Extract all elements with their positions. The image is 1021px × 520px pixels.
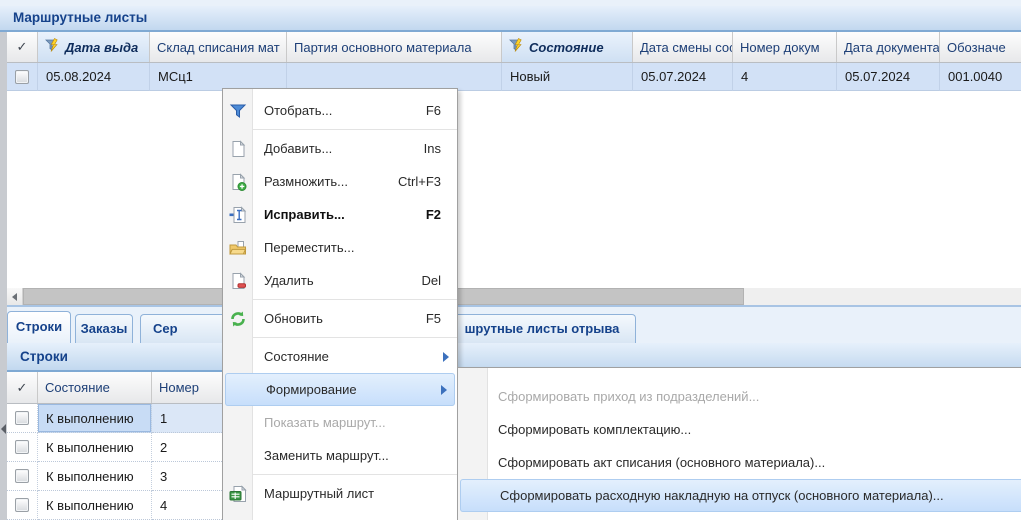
menu-item-edit[interactable]: Исправить... F2	[223, 198, 457, 231]
formation-submenu: Сформировать приход из подразделений... …	[457, 367, 1021, 520]
column-header-issue-date[interactable]: Дата выда	[38, 32, 150, 62]
scroll-left-button[interactable]	[7, 288, 23, 305]
checkmark-icon: ✓	[17, 39, 28, 55]
column-header-designation[interactable]: Обозначе	[940, 32, 1021, 62]
filter-lightning-icon	[45, 38, 61, 56]
edit-document-icon	[223, 206, 252, 224]
row-checkbox[interactable]	[15, 411, 29, 425]
tab-serii[interactable]: Сер	[140, 314, 235, 343]
top-panel-title: Маршрутные листы	[0, 6, 1021, 32]
cell-designation[interactable]: 001.0040	[940, 63, 1021, 91]
filter-lightning-icon	[509, 38, 525, 56]
row-checkbox-cell[interactable]	[7, 63, 38, 91]
submenu-item-writeoff-act[interactable]: Сформировать акт списания (основного мат…	[458, 446, 1021, 479]
tab-stroki[interactable]: Строки	[7, 311, 71, 343]
menu-item-delete[interactable]: Удалить Del	[223, 264, 457, 297]
cell-state-change-date[interactable]: 05.07.2024	[633, 63, 733, 91]
menu-item-route-sheet-report[interactable]: Маршрутный лист	[223, 477, 457, 510]
duplicate-document-icon	[223, 173, 252, 191]
row-checkbox[interactable]	[15, 70, 29, 84]
cell-batch[interactable]	[287, 63, 502, 91]
column-header-check[interactable]: ✓	[7, 372, 38, 403]
menu-item-replace-route[interactable]: Заменить маршрут...	[223, 439, 457, 472]
submenu-item-incoming-from-departments: Сформировать приход из подразделений...	[458, 380, 1021, 413]
route-sheets-grid[interactable]: ✓ Дата выда Склад списания мат Партия ос…	[7, 32, 1021, 288]
column-header-batch[interactable]: Партия основного материала	[287, 32, 502, 62]
menu-separator	[223, 129, 457, 130]
left-frame-strip	[0, 32, 7, 520]
refresh-icon	[223, 310, 252, 328]
row-checkbox-cell[interactable]	[7, 491, 38, 520]
column-header-state[interactable]: Состояние	[502, 32, 633, 62]
menu-item-formation[interactable]: Формирование	[225, 373, 455, 406]
cell-doc-number[interactable]: 4	[733, 63, 837, 91]
filter-icon	[223, 102, 252, 120]
menu-separator	[223, 337, 457, 338]
pane-divider	[0, 305, 1021, 307]
row-checkbox-cell[interactable]	[7, 433, 38, 462]
app-window: Маршрутные листы ✓ Дата выда Склад списа…	[0, 0, 1021, 520]
cell-state[interactable]: К выполнению	[38, 433, 152, 462]
submenu-arrow-icon	[441, 385, 447, 395]
spreadsheet-document-icon	[223, 485, 252, 503]
scroll-left-arrow-icon	[12, 293, 17, 301]
row-checkbox[interactable]	[15, 498, 29, 512]
cell-warehouse[interactable]: МСц1	[150, 63, 287, 91]
column-header-state[interactable]: Состояние	[38, 372, 152, 403]
tab-route-sheets-otryva[interactable]: шрутные листы отрыва	[448, 314, 636, 343]
row-checkbox-cell[interactable]	[7, 462, 38, 491]
cell-state[interactable]: К выполнению	[38, 491, 152, 520]
column-header-doc-number[interactable]: Номер докум	[733, 32, 837, 62]
cell-state[interactable]: Новый	[502, 63, 633, 91]
new-document-icon	[223, 140, 252, 158]
route-sheet-row[interactable]: 05.08.2024 МСц1 Новый 05.07.2024 4 05.07…	[7, 63, 1021, 91]
context-menu: Отобрать... F6 Добавить... Ins Размножит…	[222, 88, 458, 520]
menu-item-move[interactable]: Переместить...	[223, 231, 457, 264]
menu-item-filter[interactable]: Отобрать... F6	[223, 94, 457, 127]
menu-item-show-route: Показать маршрут...	[223, 406, 457, 439]
column-header-state-change-date[interactable]: Дата смены сос	[633, 32, 733, 62]
splitter-collapse-arrow[interactable]	[1, 424, 6, 434]
menu-separator	[223, 299, 457, 300]
delete-document-icon	[223, 272, 252, 290]
menu-item-state[interactable]: Состояние	[223, 340, 457, 373]
cell-doc-date[interactable]: 05.07.2024	[837, 63, 940, 91]
menu-separator	[223, 474, 457, 475]
menu-item-add[interactable]: Добавить... Ins	[223, 132, 457, 165]
row-checkbox[interactable]	[15, 440, 29, 454]
tab-zakazy[interactable]: Заказы	[75, 314, 133, 343]
submenu-item-expense-invoice[interactable]: Сформировать расходную накладную на отпу…	[460, 479, 1021, 512]
checkmark-icon: ✓	[17, 380, 28, 396]
menu-item-refresh[interactable]: Обновить F5	[223, 302, 457, 335]
cell-issue-date[interactable]: 05.08.2024	[38, 63, 150, 91]
horizontal-scrollbar[interactable]	[7, 288, 1021, 305]
row-checkbox-cell[interactable]	[7, 404, 38, 433]
row-checkbox[interactable]	[15, 469, 29, 483]
menu-item-duplicate[interactable]: Размножить... Ctrl+F3	[223, 165, 457, 198]
column-header-check[interactable]: ✓	[7, 32, 38, 62]
cell-state[interactable]: К выполнению	[38, 462, 152, 491]
cell-state[interactable]: К выполнению	[38, 404, 152, 433]
column-header-doc-date[interactable]: Дата документа	[837, 32, 940, 62]
submenu-arrow-icon	[443, 352, 449, 362]
route-sheets-header-row: ✓ Дата выда Склад списания мат Партия ос…	[7, 32, 1021, 63]
move-folder-icon	[223, 239, 252, 257]
column-header-warehouse[interactable]: Склад списания мат	[150, 32, 287, 62]
submenu-item-completing[interactable]: Сформировать комплектацию...	[458, 413, 1021, 446]
